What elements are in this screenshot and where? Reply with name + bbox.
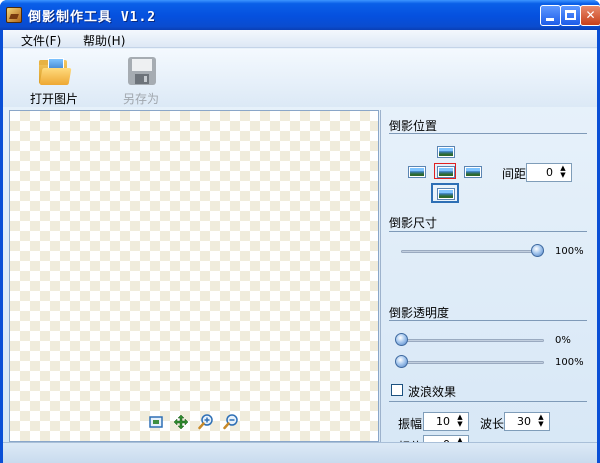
position-top-button[interactable]	[434, 143, 456, 159]
position-right-button[interactable]	[461, 163, 483, 179]
menu-help[interactable]: 帮助(H)	[83, 32, 125, 49]
slider-thumb[interactable]	[395, 333, 408, 346]
image-thumbnail-icon	[464, 166, 482, 178]
slider-track	[401, 361, 544, 364]
zoom-in-icon[interactable]	[198, 414, 214, 430]
minimize-button[interactable]	[540, 5, 561, 26]
image-thumbnail-icon	[437, 166, 455, 178]
canvas-toolbar	[9, 410, 379, 436]
image-canvas[interactable]	[9, 110, 379, 442]
image-thumbnail-icon	[437, 146, 455, 158]
floppy-shutter-shape	[135, 74, 149, 84]
maximize-button[interactable]	[560, 5, 581, 26]
spinner-arrows[interactable]: ▲▼	[557, 165, 569, 180]
opacity-end-slider[interactable]	[395, 355, 544, 369]
image-thumbnail-icon	[437, 188, 455, 200]
wavelength-spinbox[interactable]: 30 ▲ ▼	[504, 412, 550, 431]
slider-track	[401, 339, 544, 342]
move-icon[interactable]	[173, 414, 189, 430]
folder-front-shape	[39, 68, 72, 85]
position-left-button[interactable]	[405, 163, 427, 179]
opacity-section-title: 倒影透明度	[389, 306, 450, 320]
toolbar: 打开图片 另存为	[3, 49, 597, 107]
position-bottom-button[interactable]	[431, 183, 459, 203]
wave-effect-label: 波浪效果	[408, 385, 457, 399]
image-thumbnail-icon	[408, 166, 426, 178]
open-image-button[interactable]: 打开图片	[22, 53, 86, 106]
spacing-label: 间距	[502, 167, 527, 181]
opacity-start-value: 0%	[555, 335, 571, 346]
settings-panel: 倒影位置 间距 0 ▲ ▼ 倒影尺寸 100% 倒影透明度 0% 100% 波浪…	[380, 110, 597, 454]
opacity-end-value: 100%	[555, 357, 584, 368]
client-area: 文件(F) 帮助(H) 打开图片 另存为 倒影位置 间距 0 ▲ ▼ 倒影尺寸 …	[3, 30, 597, 463]
wavelength-value: 30	[517, 415, 531, 428]
wave-effect-checkbox[interactable]	[391, 384, 403, 396]
save-as-button[interactable]: 另存为	[109, 53, 173, 106]
amplitude-spinbox[interactable]: 10 ▲ ▼	[423, 412, 469, 431]
size-value: 100%	[555, 246, 584, 257]
size-section-title: 倒影尺寸	[389, 216, 438, 230]
wavelength-label: 波长	[480, 417, 505, 431]
minimize-icon	[546, 18, 554, 21]
folder-icon	[39, 57, 72, 85]
amplitude-value: 10	[436, 415, 450, 428]
title-bar[interactable]: 倒影制作工具 V1.2 ✕	[0, 0, 600, 30]
zoom-out-icon[interactable]	[223, 414, 239, 430]
slider-thumb[interactable]	[531, 244, 544, 257]
menu-bar: 文件(F) 帮助(H)	[3, 30, 597, 48]
opacity-start-slider[interactable]	[395, 333, 544, 347]
close-icon: ✕	[585, 8, 596, 22]
open-image-label: 打开图片	[29, 92, 78, 106]
status-bar	[3, 442, 597, 463]
slider-thumb[interactable]	[395, 355, 408, 368]
wave-section-divider	[389, 401, 587, 402]
menu-file[interactable]: 文件(F)	[21, 32, 61, 49]
app-icon	[6, 7, 22, 23]
spinner-arrows[interactable]: ▲▼	[454, 414, 466, 429]
position-section-divider	[389, 133, 587, 134]
amplitude-label: 振幅	[398, 417, 423, 431]
size-slider[interactable]	[395, 244, 544, 258]
floppy-label-shape	[132, 59, 152, 71]
floppy-disk-icon	[128, 57, 156, 85]
save-as-label: 另存为	[122, 92, 159, 106]
window-title: 倒影制作工具 V1.2	[28, 10, 157, 25]
maximize-icon	[565, 10, 576, 20]
size-section-divider	[389, 231, 587, 232]
fit-icon[interactable]	[148, 414, 164, 430]
spinner-arrows[interactable]: ▲▼	[535, 414, 547, 429]
close-button[interactable]: ✕	[580, 5, 600, 26]
position-center-button[interactable]	[434, 163, 456, 179]
spacing-value: 0	[546, 166, 553, 179]
down-arrow-icon[interactable]: ▼	[535, 421, 547, 428]
position-section-title: 倒影位置	[389, 119, 438, 133]
app-window: 倒影制作工具 V1.2 ✕ 文件(F) 帮助(H) 打开图片 另存为 倒影位置 …	[0, 0, 600, 463]
opacity-section-divider	[389, 320, 587, 321]
slider-track	[401, 250, 544, 253]
spacing-spinbox[interactable]: 0 ▲ ▼	[526, 163, 572, 182]
down-arrow-icon[interactable]: ▼	[454, 421, 466, 428]
down-arrow-icon[interactable]: ▼	[557, 172, 569, 179]
